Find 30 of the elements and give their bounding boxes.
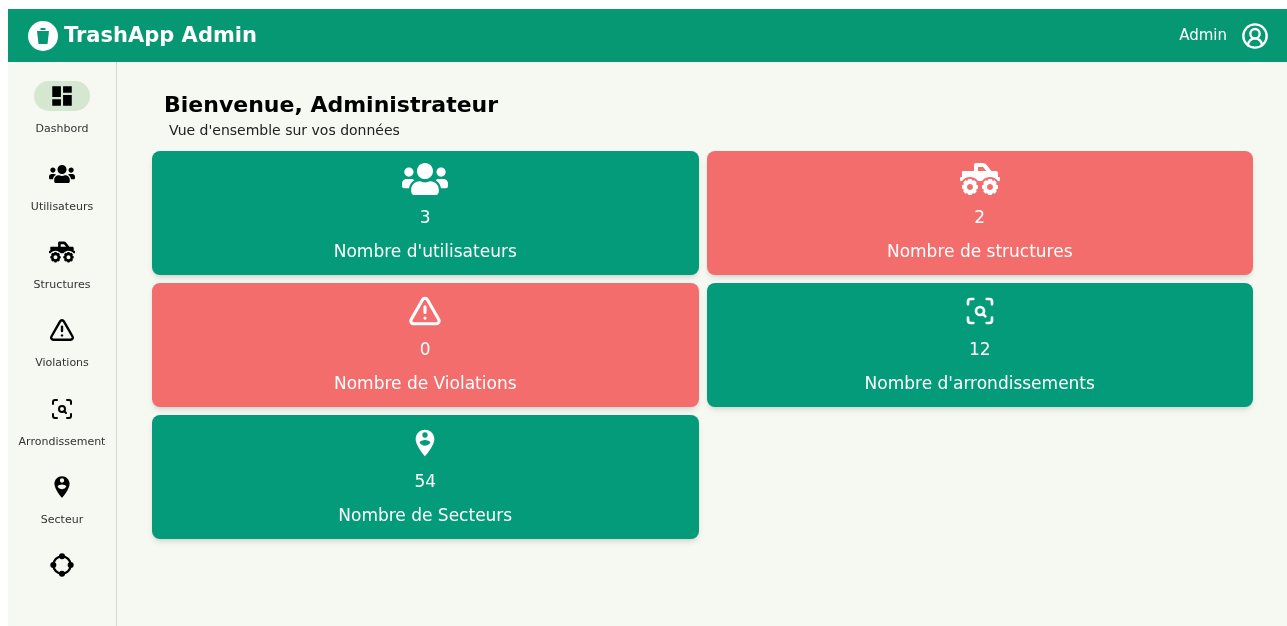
app-title: TrashApp Admin (64, 21, 257, 49)
stat-label: Nombre de structures (886, 240, 1073, 263)
stat-value: 3 (419, 206, 431, 229)
user-name: Admin (1179, 25, 1227, 47)
nav-item[interactable]: Arrondissement (7, 393, 117, 470)
stat-value: 54 (414, 470, 437, 493)
warning-icon (49, 317, 75, 344)
stat-label: Nombre d'utilisateurs (333, 240, 517, 263)
trash-bin-icon (28, 20, 58, 51)
nav-item[interactable]: Secteur (7, 471, 117, 548)
welcome-subtitle: Vue d'ensemble sur vos données (168, 121, 401, 140)
stat-label: Nombre de Secteurs (338, 504, 513, 527)
nav-item[interactable]: Utilisateurs (7, 159, 117, 236)
circle-nodes-icon (49, 551, 75, 578)
nav-item[interactable]: Dashbord (7, 81, 117, 158)
warning-icon (408, 294, 443, 328)
stat-card[interactable]: 3 Nombre d'utilisateurs (152, 151, 699, 275)
stat-label: Nombre d'arrondissements (864, 372, 1095, 395)
welcome-title: Bienvenue, Administrateur (164, 91, 500, 119)
scan-search-icon (50, 396, 74, 421)
stat-label: Nombre de Violations (333, 372, 517, 395)
dashboard-icon (49, 83, 75, 109)
stat-card[interactable]: 12 Nombre d'arrondissements (706, 283, 1253, 407)
stat-value: 12 (968, 338, 991, 361)
stat-value: 2 (974, 206, 986, 229)
stat-card[interactable]: 54 Nombre de Secteurs (152, 415, 699, 539)
nav-item[interactable]: Violations (7, 315, 117, 392)
nav-item[interactable]: Structures (7, 237, 117, 314)
stat-value: 0 (419, 338, 431, 361)
account-icon[interactable] (1241, 21, 1269, 50)
